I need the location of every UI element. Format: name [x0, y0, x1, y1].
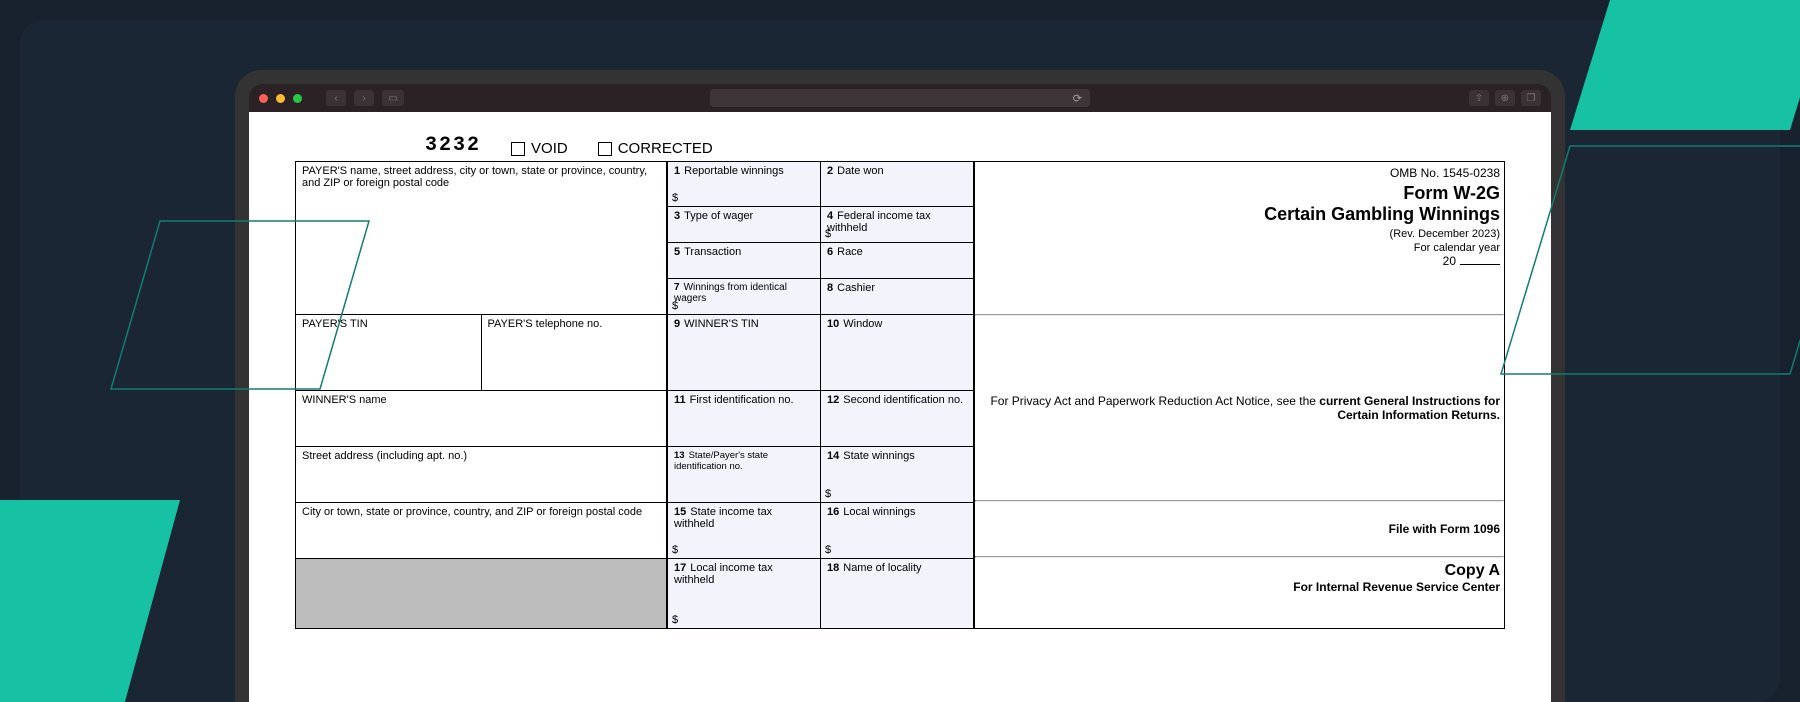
share-icon[interactable]: ⇧ [1469, 90, 1489, 106]
city-field[interactable]: City or town, state or province, country… [296, 502, 667, 558]
box-14[interactable]: 14State winnings$ [821, 446, 974, 502]
browser-chrome: ‹ › ▭ ⟳ ⇧ ⊕ ❐ [249, 84, 1551, 112]
nav-forward-button[interactable]: › [354, 90, 374, 106]
box-4[interactable]: 4Federal income tax withheld$ [821, 206, 974, 242]
box-12[interactable]: 12Second identification no. [821, 390, 974, 446]
form-grid: PAYER'S name, street address, city or to… [295, 161, 1505, 629]
new-tab-icon[interactable]: ⊕ [1495, 90, 1515, 106]
corrected-label: CORRECTED [618, 140, 713, 157]
form-name: Form W-2G [979, 183, 1500, 204]
omb-number: OMB No. 1545-0238 [979, 166, 1500, 180]
box-2[interactable]: 2Date won [821, 162, 974, 206]
year-blank[interactable] [1460, 264, 1500, 265]
payer-telephone-field[interactable]: PAYER'S telephone no. [482, 314, 668, 390]
box-18[interactable]: 18Name of locality [821, 558, 974, 628]
form-subtitle: Certain Gambling Winnings [979, 204, 1500, 225]
box-6[interactable]: 6Race [821, 242, 974, 278]
box-1[interactable]: 1Reportable winnings$ [668, 162, 821, 206]
copy-subtitle: For Internal Revenue Service Center [979, 580, 1500, 594]
corrected-checkbox[interactable]: CORRECTED [598, 140, 713, 157]
maximize-dot-icon[interactable] [293, 94, 302, 103]
box-17[interactable]: 17Local income tax withheld$ [668, 558, 821, 628]
laptop-frame: ‹ › ▭ ⟳ ⇧ ⊕ ❐ 3232 VOID CORRECTED PAYER'… [235, 70, 1565, 702]
box-16[interactable]: 16Local winnings$ [821, 502, 974, 558]
numbered-boxes: 1Reportable winnings$ 2Date won 3Type of… [668, 162, 974, 628]
close-dot-icon[interactable] [259, 94, 268, 103]
minimize-dot-icon[interactable] [276, 94, 285, 103]
box-13[interactable]: 13State/Payer's state identification no. [668, 446, 821, 502]
box-15[interactable]: 15State income tax withheld$ [668, 502, 821, 558]
privacy-notice-1: For Privacy Act and Paperwork Reduction … [990, 394, 1319, 408]
sidebar-toggle-button[interactable]: ▭ [382, 90, 404, 106]
winner-name-field[interactable]: WINNER'S name [296, 390, 667, 446]
form-code: 3232 [425, 134, 481, 157]
nav-back-button[interactable]: ‹ [326, 90, 346, 106]
file-with: File with Form 1096 [1389, 522, 1500, 536]
box-8[interactable]: 8Cashier [821, 278, 974, 314]
privacy-notice-2: current General Instructions for Certain… [1319, 394, 1500, 422]
refresh-icon[interactable]: ⟳ [1073, 92, 1082, 105]
document-viewport: 3232 VOID CORRECTED PAYER'S name, street… [249, 112, 1551, 702]
box-7[interactable]: 7Winnings from identical wagers$ [668, 278, 821, 314]
box-10[interactable]: 10Window [821, 314, 974, 390]
street-address-field[interactable]: Street address (including apt. no.) [296, 446, 667, 502]
blocked-area [296, 558, 667, 628]
copy-label: Copy A [979, 562, 1500, 580]
box-9[interactable]: 9WINNER'S TIN [668, 314, 821, 390]
form-header-row: 3232 VOID CORRECTED [425, 134, 1505, 157]
revision: (Rev. December 2023) [979, 228, 1500, 240]
box-3[interactable]: 3Type of wager [668, 206, 821, 242]
year-prefix: 20 [1443, 254, 1456, 268]
address-bar[interactable]: ⟳ [710, 89, 1090, 107]
tabs-icon[interactable]: ❐ [1521, 90, 1541, 106]
calendar-year-label: For calendar year [979, 242, 1500, 254]
box-5[interactable]: 5Transaction [668, 242, 821, 278]
void-checkbox[interactable]: VOID [511, 140, 568, 157]
void-label: VOID [531, 140, 568, 157]
laptop-screen: ‹ › ▭ ⟳ ⇧ ⊕ ❐ 3232 VOID CORRECTED PAYER'… [249, 84, 1551, 702]
box-11[interactable]: 11First identification no. [668, 390, 821, 446]
form-sidebar: OMB No. 1545-0238 Form W-2G Certain Gamb… [974, 162, 1504, 628]
